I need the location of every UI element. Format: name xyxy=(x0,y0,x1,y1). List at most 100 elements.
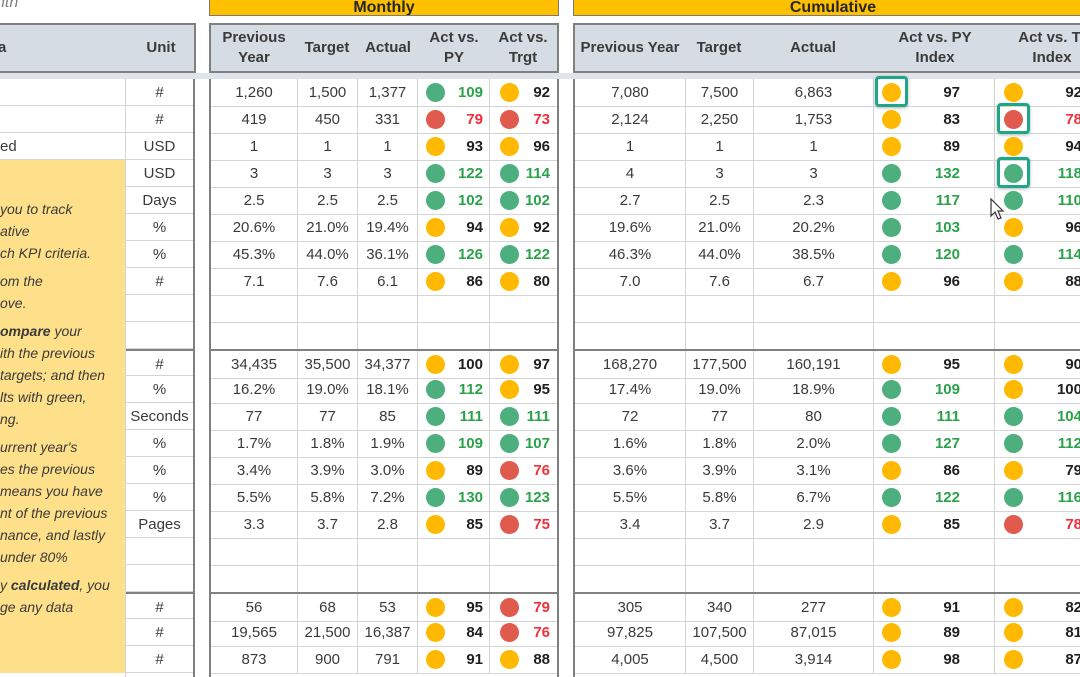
cumulative-act-vs-target-cell[interactable]: 110 xyxy=(995,187,1080,214)
monthly-value-cell[interactable]: 873 xyxy=(211,646,298,673)
cumulative-act-vs-target-cell[interactable]: 79 xyxy=(995,457,1080,484)
monthly-act-vs-py-cell[interactable]: 84 xyxy=(418,619,490,646)
monthly-act-vs-target-cell[interactable]: 92 xyxy=(490,214,560,241)
monthly-act-vs-target-cell[interactable] xyxy=(490,565,560,592)
monthly-act-vs-target-cell[interactable] xyxy=(490,295,560,322)
monthly-act-vs-target-cell[interactable]: 92 xyxy=(490,79,560,106)
cumulative-value-cell[interactable] xyxy=(754,565,874,592)
cumulative-act-vs-target-cell[interactable]: 104 xyxy=(995,403,1080,430)
cumulative-value-cell[interactable]: 3,914 xyxy=(754,646,874,673)
cumulative-value-cell[interactable]: 17.4% xyxy=(575,376,686,403)
cumulative-act-vs-target-cell[interactable]: 112 xyxy=(995,430,1080,457)
monthly-value-cell[interactable]: 19,565 xyxy=(211,619,298,646)
cumulative-value-cell[interactable]: 168,270 xyxy=(575,351,686,378)
cumulative-act-vs-py-cell[interactable] xyxy=(874,295,995,322)
monthly-act-vs-py-cell[interactable] xyxy=(418,538,490,565)
monthly-value-cell[interactable]: 1 xyxy=(211,133,298,160)
monthly-value-cell[interactable]: 68 xyxy=(298,594,358,621)
monthly-act-vs-py-cell[interactable]: 79 xyxy=(418,106,490,133)
cumulative-act-vs-target-cell[interactable] xyxy=(995,565,1080,592)
monthly-act-vs-target-cell[interactable]: 123 xyxy=(490,484,560,511)
cumulative-act-vs-target-cell[interactable]: 78 xyxy=(995,511,1080,538)
cumulative-act-vs-py-cell[interactable]: 122 xyxy=(874,484,995,511)
monthly-value-cell[interactable]: 77 xyxy=(298,403,358,430)
cumulative-value-cell[interactable]: 177,500 xyxy=(686,351,754,378)
monthly-value-cell[interactable]: 1 xyxy=(298,133,358,160)
monthly-act-vs-target-cell[interactable]: 102 xyxy=(490,187,560,214)
cumulative-value-cell[interactable]: 6.7% xyxy=(754,484,874,511)
cumulative-value-cell[interactable]: 1,753 xyxy=(754,106,874,133)
cumulative-value-cell[interactable]: 2.0% xyxy=(754,430,874,457)
monthly-act-vs-target-cell[interactable]: 73 xyxy=(490,106,560,133)
monthly-value-cell[interactable]: 7.6 xyxy=(298,268,358,295)
monthly-value-cell[interactable] xyxy=(211,322,298,349)
monthly-act-vs-target-cell[interactable]: 95 xyxy=(490,376,560,403)
monthly-value-cell[interactable]: 3 xyxy=(358,160,418,187)
monthly-value-cell[interactable] xyxy=(298,565,358,592)
cumulative-act-vs-py-cell[interactable]: 98 xyxy=(874,646,995,673)
monthly-act-vs-py-cell[interactable]: 86 xyxy=(418,268,490,295)
cumulative-value-cell[interactable]: 340 xyxy=(686,594,754,621)
cumulative-value-cell[interactable]: 46.3% xyxy=(575,241,686,268)
monthly-value-cell[interactable]: 900 xyxy=(298,646,358,673)
cumulative-value-cell[interactable]: 3.4 xyxy=(575,511,686,538)
monthly-act-vs-target-cell[interactable] xyxy=(490,538,560,565)
cumulative-value-cell[interactable]: 7.0 xyxy=(575,268,686,295)
monthly-value-cell[interactable]: 7.1 xyxy=(211,268,298,295)
cumulative-value-cell[interactable]: 2,124 xyxy=(575,106,686,133)
monthly-act-vs-target-cell[interactable]: 114 xyxy=(490,160,560,187)
monthly-value-cell[interactable] xyxy=(358,565,418,592)
cumulative-act-vs-target-cell[interactable]: 96 xyxy=(995,214,1080,241)
monthly-value-cell[interactable]: 85 xyxy=(358,403,418,430)
cumulative-act-vs-py-cell[interactable] xyxy=(874,322,995,349)
monthly-act-vs-target-cell[interactable] xyxy=(490,322,560,349)
cumulative-act-vs-target-cell[interactable]: 90 xyxy=(995,351,1080,378)
cumulative-act-vs-target-cell[interactable]: 114 xyxy=(995,241,1080,268)
monthly-act-vs-target-cell[interactable]: 97 xyxy=(490,351,560,378)
monthly-act-vs-target-cell[interactable]: 96 xyxy=(490,133,560,160)
monthly-value-cell[interactable]: 791 xyxy=(358,646,418,673)
monthly-value-cell[interactable]: 6.1 xyxy=(358,268,418,295)
monthly-value-cell[interactable]: 36.1% xyxy=(358,241,418,268)
cumulative-value-cell[interactable] xyxy=(575,322,686,349)
cumulative-act-vs-target-cell[interactable]: 118 xyxy=(995,157,1080,188)
cumulative-act-vs-py-cell[interactable] xyxy=(874,538,995,565)
monthly-value-cell[interactable]: 1.9% xyxy=(358,430,418,457)
cumulative-value-cell[interactable]: 80 xyxy=(754,403,874,430)
monthly-value-cell[interactable]: 1.8% xyxy=(298,430,358,457)
cumulative-value-cell[interactable] xyxy=(575,565,686,592)
monthly-value-cell[interactable]: 5.5% xyxy=(211,484,298,511)
cumulative-act-vs-py-cell[interactable]: 117 xyxy=(874,187,995,214)
monthly-value-cell[interactable]: 21.0% xyxy=(298,214,358,241)
monthly-act-vs-py-cell[interactable]: 89 xyxy=(418,457,490,484)
cumulative-act-vs-py-cell[interactable]: 97 xyxy=(874,76,995,107)
cumulative-value-cell[interactable]: 19.0% xyxy=(686,376,754,403)
cumulative-value-cell[interactable] xyxy=(686,295,754,322)
monthly-value-cell[interactable]: 3 xyxy=(298,160,358,187)
monthly-act-vs-py-cell[interactable]: 85 xyxy=(418,511,490,538)
cumulative-act-vs-target-cell[interactable]: 88 xyxy=(995,268,1080,295)
monthly-value-cell[interactable] xyxy=(211,538,298,565)
cumulative-value-cell[interactable]: 1.8% xyxy=(686,430,754,457)
cumulative-act-vs-target-cell[interactable]: 87 xyxy=(995,646,1080,673)
monthly-value-cell[interactable] xyxy=(298,538,358,565)
monthly-act-vs-py-cell[interactable]: 100 xyxy=(418,351,490,378)
monthly-value-cell[interactable]: 53 xyxy=(358,594,418,621)
cumulative-value-cell[interactable]: 107,500 xyxy=(686,619,754,646)
cumulative-act-vs-target-cell[interactable]: 78 xyxy=(995,103,1080,134)
cumulative-value-cell[interactable] xyxy=(575,295,686,322)
monthly-value-cell[interactable]: 7.2% xyxy=(358,484,418,511)
cumulative-value-cell[interactable]: 6,863 xyxy=(754,79,874,106)
cumulative-value-cell[interactable]: 2.7 xyxy=(575,187,686,214)
cumulative-act-vs-py-cell[interactable]: 89 xyxy=(874,133,995,160)
cumulative-act-vs-target-cell[interactable]: 94 xyxy=(995,133,1080,160)
cumulative-value-cell[interactable]: 5.5% xyxy=(575,484,686,511)
cumulative-act-vs-target-cell[interactable]: 92 xyxy=(995,79,1080,106)
monthly-act-vs-py-cell[interactable]: 102 xyxy=(418,187,490,214)
cumulative-value-cell[interactable]: 1 xyxy=(686,133,754,160)
monthly-value-cell[interactable]: 2.8 xyxy=(358,511,418,538)
cumulative-value-cell[interactable]: 77 xyxy=(686,403,754,430)
monthly-value-cell[interactable] xyxy=(298,322,358,349)
cumulative-value-cell[interactable]: 21.0% xyxy=(686,214,754,241)
monthly-act-vs-target-cell[interactable]: 107 xyxy=(490,430,560,457)
